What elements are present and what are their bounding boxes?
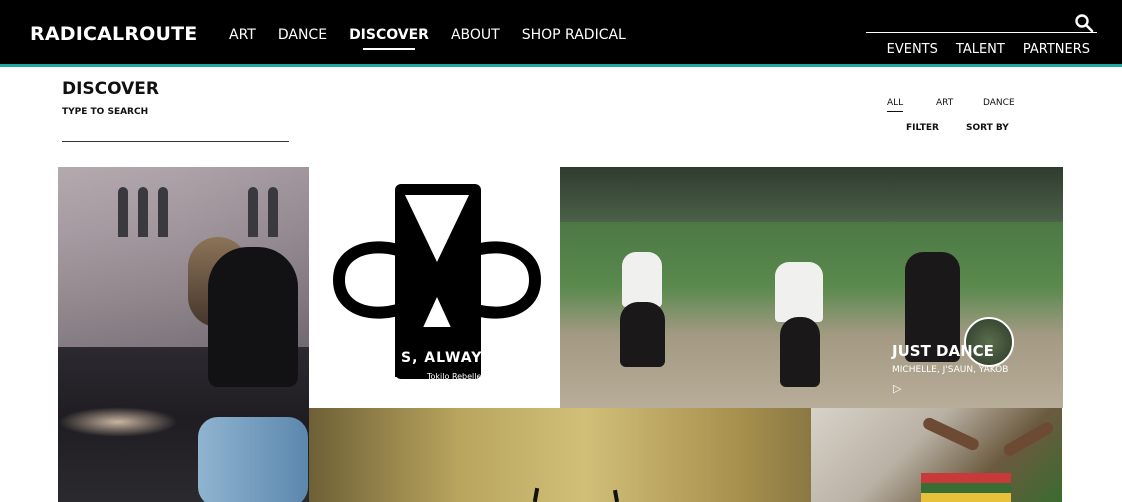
nav-item-shop-radical[interactable]: SHOP RADICAL (522, 27, 626, 43)
secondary-nav: EVENTS TALENT PARTNERS (887, 42, 1090, 57)
subnav-item-events[interactable]: EVENTS (887, 42, 938, 57)
filter-art[interactable]: ART (936, 98, 953, 108)
search-icon[interactable] (1074, 13, 1094, 33)
page-title: DISCOVER (62, 79, 160, 99)
trees-background (560, 167, 1063, 222)
header-search-underline[interactable] (866, 32, 1097, 33)
raised-arm (921, 415, 981, 453)
content-tile-logo[interactable]: S, ALWAYS Tokilo Rebelle (309, 167, 560, 408)
logo-overlay-subtext: Tokilo Rebelle (427, 372, 482, 381)
script-mark (612, 489, 620, 502)
nav-item-about[interactable]: ABOUT (451, 27, 500, 43)
content-tile-dancer-night[interactable] (58, 167, 309, 502)
top-navigation-bar: RADICALROUTE ART DANCE DISCOVER ABOUT SH… (0, 0, 1122, 67)
logo-overlay-text: S, ALWAYS (401, 350, 494, 366)
play-icon[interactable]: ▷ (893, 382, 901, 395)
search-label: TYPE TO SEARCH (62, 107, 149, 117)
content-tile-just-dance[interactable]: JUST DANCE MICHELLE, J'SAUN, YAKOB ▷ (560, 167, 1063, 408)
content-tile-gold[interactable] (309, 408, 811, 502)
search-input[interactable] (62, 122, 289, 142)
main-nav: ART DANCE DISCOVER ABOUT SHOP RADICAL (229, 27, 648, 50)
window-shape (158, 187, 168, 237)
tile-people: MICHELLE, J'SAUN, YAKOB (892, 365, 1009, 375)
brand-logo[interactable]: RADICALROUTE (30, 23, 197, 45)
window-shape (118, 187, 128, 237)
nav-item-dance[interactable]: DANCE (278, 27, 327, 43)
subnav-item-partners[interactable]: PARTNERS (1023, 42, 1090, 57)
dancer-jeans (198, 417, 308, 502)
subnav-item-talent[interactable]: TALENT (956, 42, 1005, 57)
filter-all[interactable]: ALL (887, 98, 904, 112)
dancer-1-legs (620, 302, 665, 367)
nav-item-discover[interactable]: DISCOVER (349, 27, 429, 50)
filter-dance[interactable]: DANCE (983, 98, 1015, 108)
content-tile-dance-group[interactable] (811, 408, 1062, 502)
dancer-2-legs (780, 317, 820, 387)
script-mark (532, 487, 540, 502)
window-shape (248, 187, 258, 237)
window-shape (138, 187, 148, 237)
dancer-figure (208, 247, 298, 387)
light-glow (58, 407, 178, 437)
flag (921, 473, 1011, 502)
sort-by-button[interactable]: SORT BY (966, 123, 1009, 133)
raised-arm (1001, 420, 1056, 458)
window-shape (268, 187, 278, 237)
nav-item-art[interactable]: ART (229, 27, 256, 43)
filter-button[interactable]: FILTER (906, 123, 939, 133)
dancer-2 (775, 262, 823, 322)
tile-title: JUST DANCE (892, 342, 994, 360)
dancer-1 (622, 252, 662, 307)
